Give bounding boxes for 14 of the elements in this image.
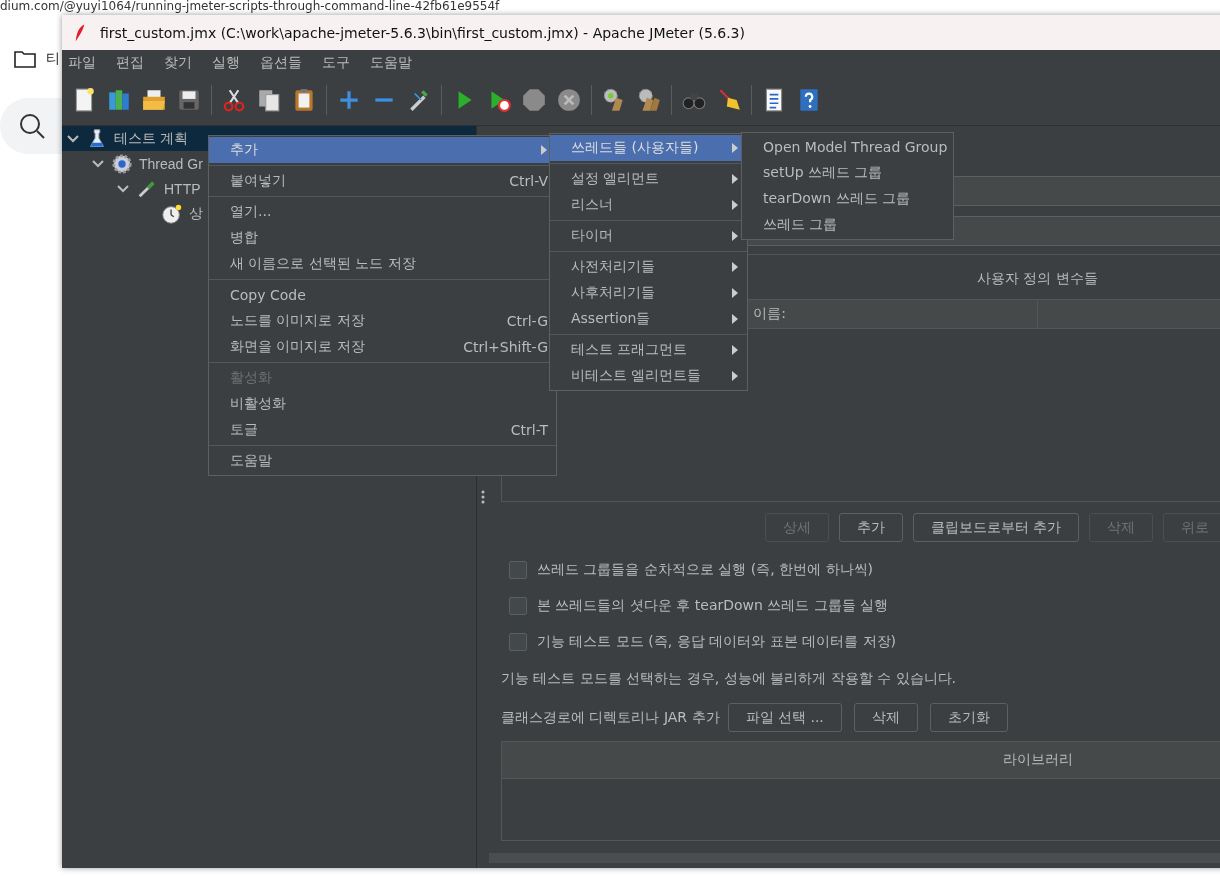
window-title: first_custom.jmx (C:\work\apache-jmeter-5.6.3\bin\first_custom.jmx) - Apache JMeter (5.6.3) <box>100 24 745 41</box>
column-header: 이름: <box>753 305 786 323</box>
classpath-label: 클래스경로에 디렉토리나 JAR 추가 <box>501 708 720 727</box>
tree-label: HTTP <box>164 180 201 197</box>
panel-title: 사용자 정의 변수들 <box>977 270 1098 288</box>
note-text: 기능 테스트 모드를 선택하는 경우, 성능에 불리하게 작용할 수 있습니다. <box>501 669 957 688</box>
option-label: 기능 테스트 모드 (즉, 응답 데이터와 표본 데이터를 저장) <box>537 633 896 651</box>
option-label: 본 쓰레드들의 셧다운 후 tearDown 쓰레드 그룹들 실행 <box>537 597 889 615</box>
column-header: 라이브러리 <box>1002 751 1073 769</box>
tree-label: 상 <box>189 204 203 223</box>
address-text: dium.com/@yuyi1064/running-jmeter-scripts-through-command-line-42fb61e9554f <box>0 0 500 13</box>
tree-label: 테스트 계획 <box>114 129 188 148</box>
tree-label: Thread Gr <box>139 155 203 172</box>
option-label: 쓰레드 그룹들을 순차적으로 실행 (즉, 한번에 하나씩) <box>537 561 874 579</box>
